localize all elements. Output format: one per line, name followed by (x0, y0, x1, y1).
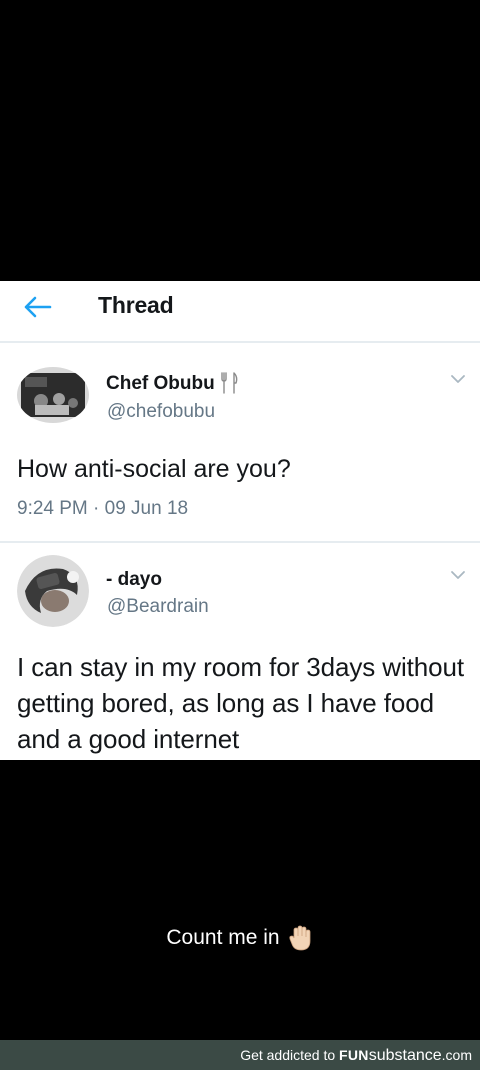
avatar[interactable] (17, 555, 89, 627)
chevron-down-icon[interactable] (450, 569, 466, 581)
arrow-left-icon[interactable] (22, 293, 54, 321)
site-watermark: Get addicted to FUNsubstance.com (240, 1047, 472, 1065)
tweet-thread-screenshot: Thread Chef Obubu @chefobubu How anti-so… (0, 281, 480, 760)
watermark-brand-bold: FUN (339, 1047, 369, 1063)
page-title: Thread (98, 292, 174, 318)
user-handle[interactable]: @chefobubu (107, 401, 215, 423)
fork-and-knife-icon (221, 372, 238, 394)
chevron-down-icon[interactable] (450, 373, 466, 385)
raised-hand-icon (288, 925, 311, 951)
caption-text: Count me in (166, 926, 280, 949)
user-handle[interactable]: @Beardrain (107, 596, 209, 618)
tweet-timestamp: 9:24 PM · 09 Jun 18 (17, 498, 189, 519)
meme-page: Thread Chef Obubu @chefobubu How anti-so… (0, 0, 480, 1070)
tweet-text: I can stay in my room for 3days without … (17, 652, 464, 754)
watermark-brand-rest: substance (368, 1047, 442, 1064)
display-name[interactable]: Chef Obubu (106, 373, 215, 395)
tweet[interactable]: - dayo @Beardrain I can stay in my room … (0, 545, 480, 760)
meme-caption: Count me in (0, 924, 480, 952)
watermark-suffix: .com (441, 1047, 472, 1063)
watermark-prefix: Get addicted to (240, 1047, 340, 1063)
display-name[interactable]: - dayo (106, 569, 162, 591)
tweet[interactable]: Chef Obubu @chefobubu How anti-social ar… (0, 345, 480, 543)
avatar[interactable] (17, 367, 89, 423)
tweet-text: How anti-social are you? (17, 455, 291, 483)
thread-header: Thread (0, 281, 480, 343)
watermark-bar: Get addicted to FUNsubstance.com (0, 1040, 480, 1070)
